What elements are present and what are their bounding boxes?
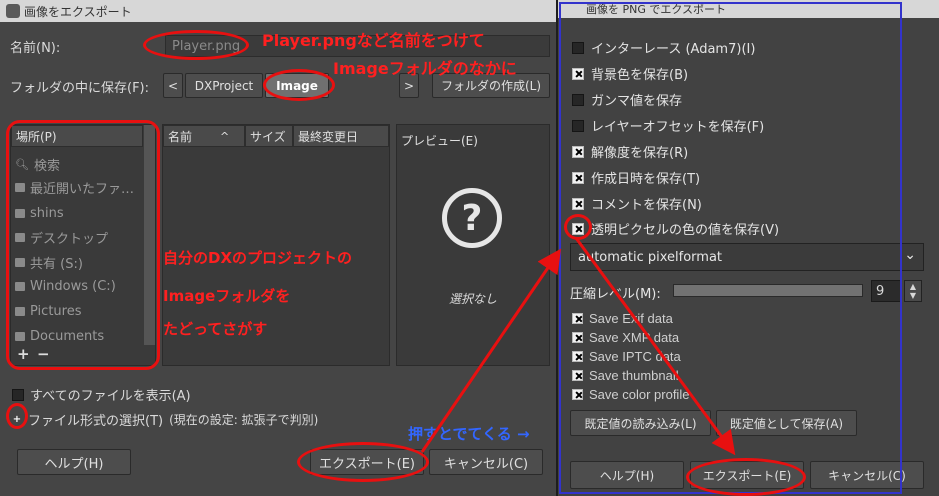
unknown-preview-icon: ? <box>442 188 502 248</box>
add-bookmark-icon[interactable]: + <box>17 345 30 363</box>
column-size[interactable]: サイズ <box>245 125 293 147</box>
preview-panel: プレビュー(E) ? 選択なし <box>396 124 550 366</box>
load-defaults-button[interactable]: 既定値の読み込み(L) <box>570 410 711 436</box>
name-label: 名前(N): <box>10 41 61 56</box>
search-icon: 🔍︎ <box>15 157 29 171</box>
places-item-desktop[interactable]: デスクトップ <box>11 225 149 249</box>
gimp-app-icon <box>6 4 20 18</box>
checkbox-box <box>572 351 583 362</box>
places-item-windows[interactable]: Windows (C:) <box>11 274 149 298</box>
folder-annotation-1: 自分のDXのプロジェクトの <box>163 249 353 267</box>
left-export-button[interactable]: エクスポート(E) <box>310 449 424 475</box>
png-option-1[interactable]: 背景色を保存(B) <box>572 64 688 83</box>
metadata-option-3[interactable]: Save thumbnail <box>572 368 679 383</box>
chevron-down-icon: ⌄ <box>904 247 916 263</box>
column-modified[interactable]: 最終変更日 <box>293 125 389 147</box>
show-all-files-checkbox[interactable]: すべてのファイルを表示(A) <box>12 385 191 404</box>
checkbox-box <box>572 41 584 54</box>
checkbox-box <box>572 67 584 80</box>
png-option-2[interactable]: ガンマ値を保存 <box>572 90 682 109</box>
chevron-up-icon: ▲ <box>909 282 917 291</box>
places-scrollbar[interactable] <box>144 125 155 345</box>
preview-header: プレビュー(E) <box>401 133 478 148</box>
png-option-0[interactable]: インターレース (Adam7)(I) <box>572 38 755 57</box>
png-option-4[interactable]: 解像度を保存(R) <box>572 142 688 161</box>
right-cancel-button[interactable]: キャンセル(C) <box>810 461 924 489</box>
file-type-expander[interactable]: + ファイル形式の選択(T) (現在の設定: 拡張子で判別) <box>12 410 319 429</box>
folder-icon <box>15 306 25 316</box>
arrow-right-icon: → <box>511 425 530 443</box>
checkbox-box <box>572 93 584 106</box>
compression-label: 圧縮レベル(M): <box>570 287 661 302</box>
left-help-button[interactable]: ヘルプ(H) <box>17 449 131 475</box>
right-export-button[interactable]: エクスポート(E) <box>690 461 804 489</box>
expander-icon: + <box>12 414 22 425</box>
left-dialog-title: 画像をエクスポート <box>24 4 132 19</box>
checkbox-box <box>572 389 583 400</box>
left-titlebar: 画像をエクスポート <box>0 0 556 22</box>
checkbox-box <box>572 171 584 184</box>
png-option-6[interactable]: コメントを保存(N) <box>572 194 702 213</box>
right-titlebar: 画像を PNG でエクスポート <box>558 0 939 18</box>
save-defaults-button[interactable]: 既定値として保存(A) <box>716 410 857 436</box>
breadcrumb-image[interactable]: Image <box>265 73 329 98</box>
compression-spinbox[interactable]: 9 <box>871 280 901 302</box>
pixelformat-combo[interactable]: automatic pixelformat ⌄ <box>570 243 924 271</box>
compression-stepper[interactable]: ▲ ▼ <box>904 280 922 302</box>
breadcrumb-dxproject[interactable]: DXProject <box>185 73 263 98</box>
checkbox-box <box>12 388 24 401</box>
folder-icon <box>15 232 25 242</box>
places-item-shared[interactable]: 共有 (S:) <box>11 250 149 274</box>
places-item-search[interactable]: 🔍︎ 検索 <box>11 152 149 176</box>
chevron-down-icon: ▼ <box>909 291 917 300</box>
drive-icon <box>15 257 25 267</box>
checkbox-box <box>572 222 584 235</box>
name-annotation-1: Player.pngなど名前をつけて <box>262 31 485 50</box>
folder-annotation-3: たどってさがす <box>163 320 268 338</box>
checkbox-box <box>572 119 584 132</box>
right-dialog-title: 画像を PNG でエクスポート <box>586 3 727 16</box>
column-name[interactable]: 名前 ^ <box>163 125 245 147</box>
checkbox-box <box>572 332 583 343</box>
places-item-recent[interactable]: 最近開いたファ… <box>11 175 149 199</box>
places-header[interactable]: 場所(P) <box>11 125 143 147</box>
folder-icon <box>15 208 25 218</box>
sort-ascending-icon: ^ <box>220 129 230 143</box>
right-help-button[interactable]: ヘルプ(H) <box>570 461 684 489</box>
metadata-option-4[interactable]: Save color profile <box>572 387 689 402</box>
folder-icon <box>15 331 25 341</box>
places-item-pictures[interactable]: Pictures <box>11 299 149 323</box>
png-option-3[interactable]: レイヤーオフセットを保存(F) <box>572 116 764 135</box>
metadata-option-1[interactable]: Save XMP data <box>572 330 679 345</box>
remove-bookmark-icon[interactable]: − <box>37 345 50 363</box>
png-option-5[interactable]: 作成日時を保存(T) <box>572 168 700 187</box>
recent-icon <box>15 182 25 192</box>
checkbox-box <box>572 313 583 324</box>
checkbox-box <box>572 370 583 381</box>
places-item-home[interactable]: shins <box>11 201 149 225</box>
compression-slider-fill <box>674 285 862 296</box>
places-panel: 場所(P) 🔍︎ 検索 最近開いたファ… shins デスクトップ 共有 (S:… <box>10 124 156 366</box>
compression-slider[interactable] <box>673 284 863 297</box>
folder-annotation-2: Imageフォルダを <box>163 287 291 305</box>
metadata-option-2[interactable]: Save IPTC data <box>572 349 681 364</box>
breadcrumb-back-button[interactable]: < <box>163 73 183 98</box>
left-cancel-button[interactable]: キャンセル(C) <box>429 449 543 475</box>
drive-icon <box>15 281 25 291</box>
metadata-option-0[interactable]: Save Exif data <box>572 311 673 326</box>
name-annotation-2: Imageフォルダのなかに <box>333 59 517 78</box>
checkbox-box <box>572 197 584 210</box>
checkbox-box <box>572 145 584 158</box>
export-png-dialog: 画像を PNG でエクスポート インターレース (Adam7)(I) 背景色を保存… <box>558 0 939 496</box>
places-item-documents[interactable]: Documents <box>11 324 149 348</box>
folder-label: フォルダの中に保存(F): <box>10 81 150 96</box>
preview-empty-text: 選択なし <box>449 292 498 306</box>
press-annotation: 押すとでてくる → <box>408 425 530 443</box>
png-option-7[interactable]: 透明ピクセルの色の値を保存(V) <box>572 219 779 238</box>
